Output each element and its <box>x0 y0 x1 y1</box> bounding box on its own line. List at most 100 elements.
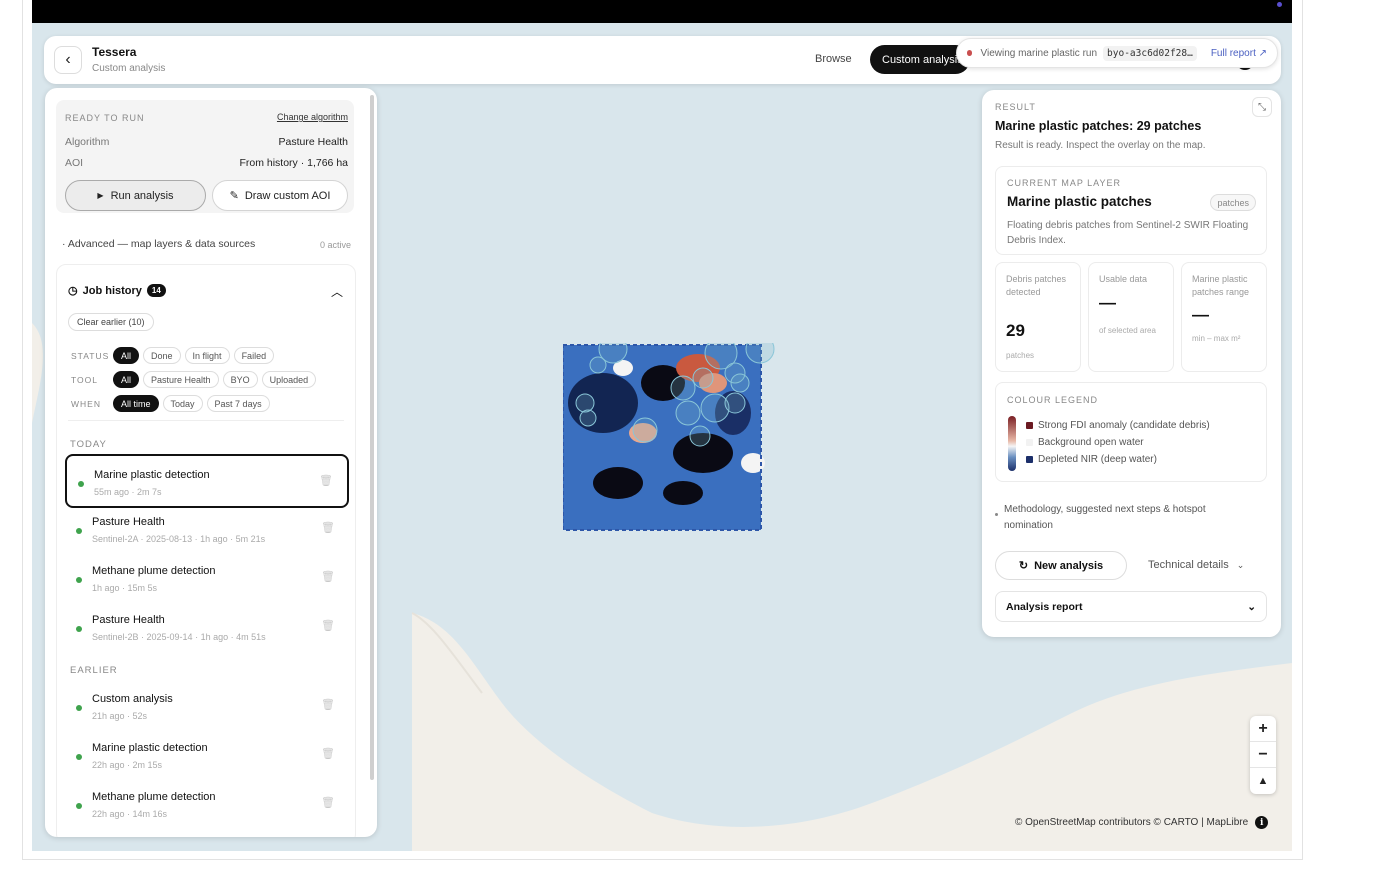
play-icon: ▶ <box>97 191 104 200</box>
when-filter: WHEN All time Today Past 7 days <box>71 395 270 412</box>
full-report-link[interactable]: Full report ↗ <box>1211 48 1267 59</box>
done-status-dot <box>76 754 82 760</box>
job-row[interactable]: Pasture Health Sentinel-2B · 2025-09-14 … <box>65 601 349 655</box>
job-title: Marine plastic detection <box>94 469 210 481</box>
draw-aoi-button[interactable]: ✎ Draw custom AOI <box>212 180 348 211</box>
trash-icon[interactable]: 🗑 <box>321 747 335 760</box>
algorithm-key: Algorithm <box>65 136 110 148</box>
trash-icon[interactable]: 🗑 <box>321 796 335 809</box>
legend-label: Strong FDI anomaly (candidate debris) <box>1038 420 1210 431</box>
map-attribution: © OpenStreetMap contributors © CARTO | M… <box>1015 816 1269 829</box>
trash-icon[interactable]: 🗑 <box>321 698 335 711</box>
trash-icon[interactable]: 🗑 <box>321 521 335 534</box>
stat-foot: patches <box>1006 351 1035 360</box>
tool-filter-label: TOOL <box>71 374 98 385</box>
result-panel: RESULT ⤡ Marine plastic patches: 29 patc… <box>982 90 1281 637</box>
stat-value: — <box>1099 293 1116 312</box>
stat-foot: min – max m² <box>1192 334 1241 343</box>
chip-status-in-flight[interactable]: In flight <box>184 347 230 364</box>
debris-overlay[interactable] <box>563 343 778 533</box>
aoi-value: From history · 1,766 ha <box>239 157 348 169</box>
viewing-text: Viewing marine plastic run <box>980 47 1098 59</box>
left-panel-scrollbar[interactable] <box>370 95 374 780</box>
legend-color-ramp <box>1008 416 1016 471</box>
legend-swatch <box>1026 439 1033 446</box>
chevron-down-icon: ⌄ <box>1247 600 1256 613</box>
chip-status-failed[interactable]: Failed <box>233 347 275 364</box>
aoi-key: AOI <box>65 157 84 169</box>
legend-label: Background open water <box>1038 437 1144 448</box>
job-title: Methane plume detection <box>92 565 216 577</box>
chip-tool-uploaded[interactable]: Uploaded <box>261 371 317 388</box>
zoom-in-button[interactable]: + <box>1250 716 1276 742</box>
chevron-up-icon[interactable]: ︿ <box>331 283 343 300</box>
stat-title: Debris patches detected <box>1006 274 1067 297</box>
chip-when-past-7-days[interactable]: Past 7 days <box>206 395 270 412</box>
chip-tool-pasture-health[interactable]: Pasture Health <box>143 371 219 388</box>
job-meta: 22h ago · 14m 16s <box>92 809 168 819</box>
stat-title: Marine plastic patches range <box>1192 274 1250 297</box>
chip-tool-all[interactable]: All <box>113 371 140 388</box>
chip-status-done[interactable]: Done <box>143 347 181 364</box>
when-filter-label: WHEN <box>71 398 101 409</box>
legend-swatch <box>1026 422 1033 429</box>
trash-icon[interactable]: 🗑 <box>319 474 333 487</box>
run-card: READY TO RUN Change algorithm Algorithm … <box>56 100 354 213</box>
clock-icon: ◷ <box>68 285 78 297</box>
job-row[interactable]: Methane plume detection 22h ago · 14m 16… <box>65 778 349 832</box>
tab-browse[interactable]: Browse <box>815 53 852 65</box>
draw-aoi-label: Draw custom AOI <box>244 189 331 202</box>
chip-when-all-time[interactable]: All time <box>113 395 159 412</box>
layer-name: Marine plastic patches <box>1007 194 1152 209</box>
trash-icon[interactable]: 🗑 <box>321 619 335 632</box>
stat-value: 29 <box>1006 321 1025 340</box>
back-button[interactable]: ‹ <box>54 46 82 74</box>
run-code: byo-a3c6d02f28… <box>1103 45 1197 61</box>
methodology-toggle[interactable]: Methodology, suggested next steps & hots… <box>1004 502 1244 534</box>
result-title: Marine plastic patches: 29 patches <box>995 119 1202 133</box>
clear-earlier-button[interactable]: Clear earlier (10) <box>68 313 154 331</box>
new-analysis-button[interactable]: ↻ New analysis <box>995 551 1127 580</box>
stat-card-range: Marine plastic patches range — min – max… <box>1181 262 1267 372</box>
earlier-label: EARLIER <box>70 665 118 676</box>
compass-button[interactable]: ▲ <box>1250 768 1276 794</box>
bullet-icon <box>995 513 998 516</box>
done-status-dot <box>76 528 82 534</box>
change-algorithm-link[interactable]: Change algorithm <box>277 112 348 122</box>
chip-status-all[interactable]: All <box>113 347 140 364</box>
job-title: Marine plastic detection <box>92 742 208 754</box>
stat-card-patches: Debris patches detected 29 patches <box>995 262 1081 372</box>
current-layer-card: CURRENT MAP LAYER Marine plastic patches… <box>995 166 1267 255</box>
job-title: Pasture Health <box>92 614 165 626</box>
app-title: Tessera <box>92 45 137 59</box>
legend-swatch <box>1026 456 1033 463</box>
trash-icon[interactable]: 🗑 <box>321 570 335 583</box>
chip-tool-byo[interactable]: BYO <box>222 371 258 388</box>
job-row[interactable]: Custom analysis 21h ago · 52s 🗑 <box>65 680 349 734</box>
algorithm-row: Algorithm Pasture Health <box>65 136 348 148</box>
zoom-out-button[interactable]: − <box>1250 742 1276 768</box>
job-title: Custom analysis <box>92 693 173 705</box>
advanced-toggle[interactable]: · Advanced — map layers & data sources <box>62 238 255 250</box>
job-meta: 21h ago · 52s <box>92 711 148 721</box>
job-meta: 1h ago · 15m 5s <box>92 583 158 593</box>
run-analysis-button[interactable]: ▶ Run analysis <box>65 180 206 211</box>
chip-when-today[interactable]: Today <box>162 395 203 412</box>
job-row[interactable]: Marine plastic detection 22h ago · 2m 15… <box>65 729 349 783</box>
technical-details-toggle[interactable]: Technical details ⌄ <box>1148 559 1244 571</box>
collapse-icon[interactable]: ⤡ <box>1252 97 1272 117</box>
job-row[interactable]: Pasture Health Sentinel-2A · 2025-08-13 … <box>65 503 349 557</box>
window-top-bar <box>32 0 1292 23</box>
job-row[interactable]: Methane plume detection 1h ago · 15m 5s … <box>65 552 349 606</box>
zoom-controls: + − ▲ <box>1250 716 1276 794</box>
job-meta: 22h ago · 2m 15s <box>92 760 163 770</box>
stat-card-usable-data: Usable data — of selected area <box>1088 262 1174 372</box>
legend-caption: COLOUR LEGEND <box>1007 395 1099 405</box>
job-row[interactable]: Marine plastic detection 55m ago · 2m 7s… <box>65 454 349 508</box>
analysis-report-dropdown[interactable]: Analysis report ⌄ <box>995 591 1267 622</box>
legend-item: Depleted NIR (deep water) <box>1026 454 1157 465</box>
info-icon[interactable]: i <box>1255 816 1269 829</box>
job-history-header[interactable]: ◷ Job history 14 <box>68 284 166 297</box>
tab-custom-analysis[interactable]: Custom analysis <box>870 45 970 74</box>
pencil-icon: ✎ <box>229 190 239 202</box>
